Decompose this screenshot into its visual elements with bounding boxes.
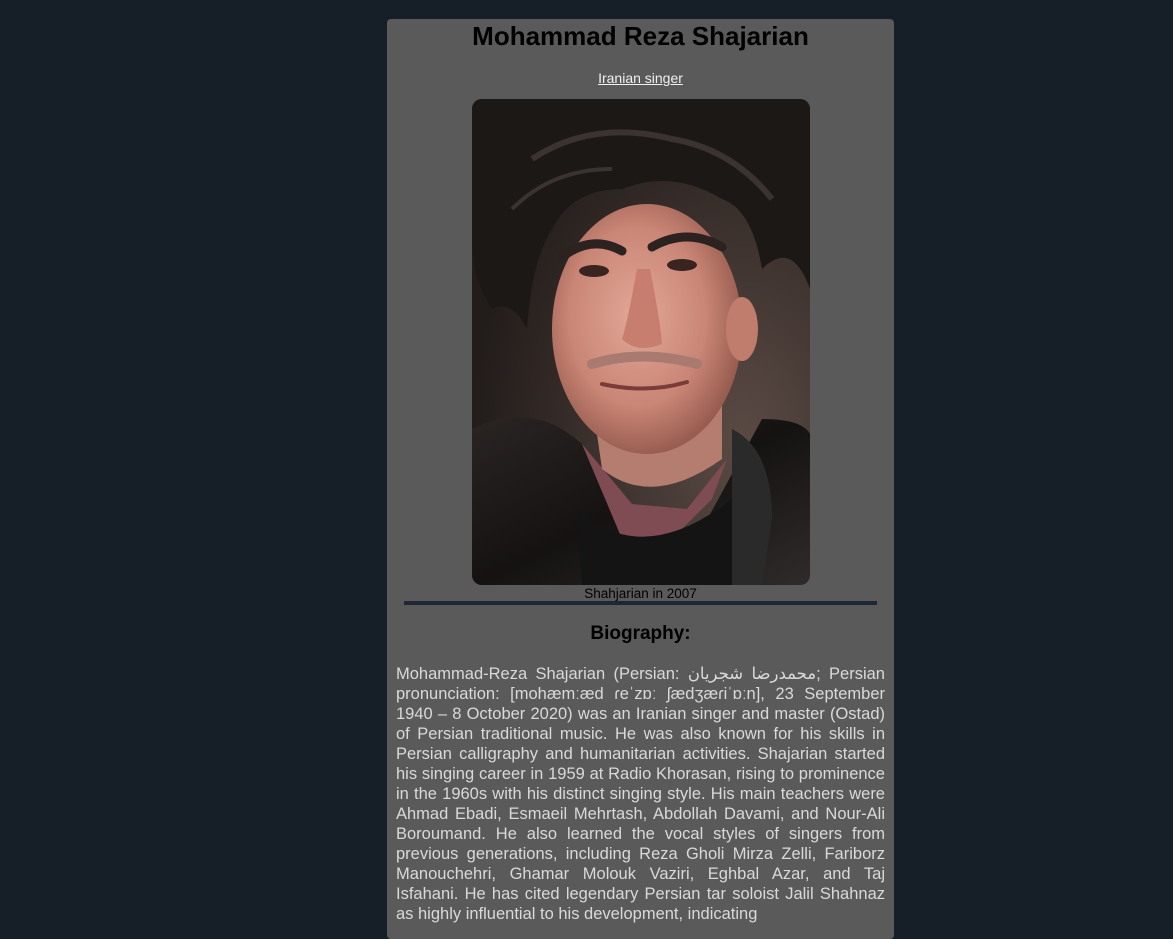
subtitle-link[interactable]: Iranian singer xyxy=(387,69,894,87)
portrait-image xyxy=(472,99,810,585)
section-divider xyxy=(404,601,877,605)
image-caption: Shahjarian in 2007 xyxy=(584,586,697,601)
profile-card: Mohammad Reza Shajarian Iranian singer S… xyxy=(387,19,894,939)
biography-text: Mohammad-Reza Shajarian (Persian: محمدرض… xyxy=(396,665,885,923)
biography-heading: Biography: xyxy=(590,623,691,644)
page-title: Mohammad Reza Shajarian xyxy=(472,21,809,51)
